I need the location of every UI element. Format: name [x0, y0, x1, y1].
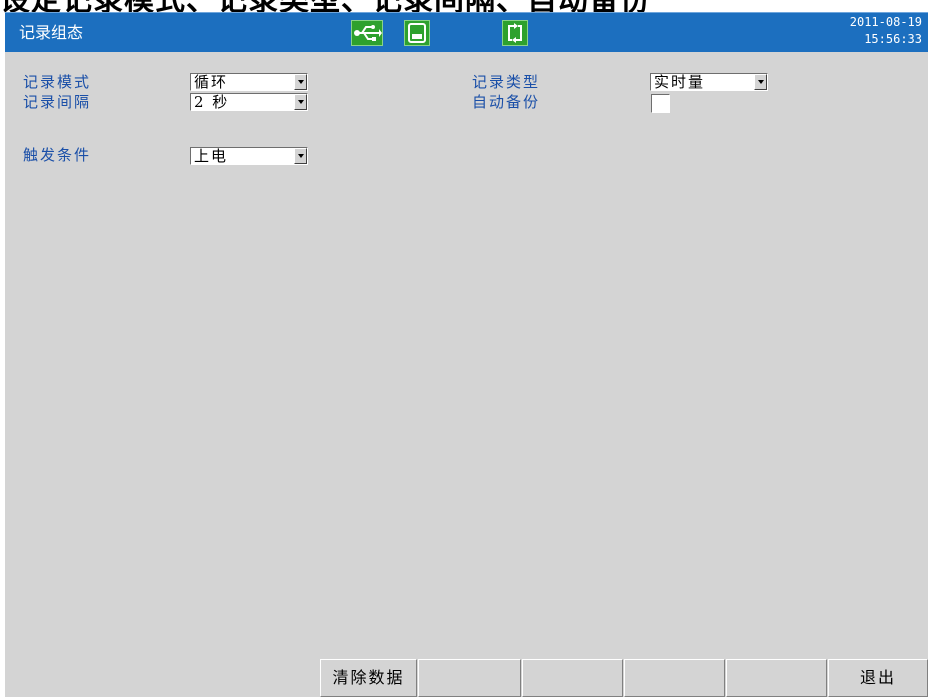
record-interval-label: 记录间隔 [23, 93, 92, 111]
record-interval-value: 2 秒 [194, 93, 230, 111]
record-type-dropdown-button[interactable] [754, 74, 767, 90]
record-mode-dropdown-button[interactable] [294, 74, 307, 90]
chevron-down-icon [298, 100, 304, 104]
usb-icon [351, 20, 383, 46]
record-mode-value: 循环 [194, 73, 229, 91]
title-bar: 记录组态 2011-08-19 15:56:33 [5, 12, 928, 52]
datetime-display: 2011-08-19 15:56:33 [850, 14, 922, 48]
sd-card-icon [404, 20, 430, 46]
clear-data-button[interactable]: 清除数据 [320, 659, 417, 697]
page-title: 记录组态 [19, 23, 84, 42]
softkey-5[interactable] [726, 659, 827, 697]
auto-backup-checkbox[interactable] [651, 94, 670, 113]
date-text: 2011-08-19 [849, 15, 922, 29]
chevron-down-icon [758, 80, 764, 84]
auto-backup-label: 自动备份 [472, 93, 541, 111]
trigger-select[interactable]: 上电 [190, 147, 308, 165]
softkey-2[interactable] [418, 659, 521, 697]
record-mode-label: 记录模式 [23, 73, 92, 91]
trigger-label: 触发条件 [23, 146, 92, 164]
device-screen: 记录组态 2011-08-19 15:56:33 记录模式 循环 记录间隔 2 … [5, 12, 928, 697]
exit-button[interactable]: 退出 [828, 659, 928, 697]
record-type-label: 记录类型 [472, 73, 541, 91]
record-interval-dropdown-button[interactable] [294, 94, 307, 110]
record-interval-select[interactable]: 2 秒 [190, 93, 308, 111]
softkey-bar: 清除数据 退出 [5, 659, 928, 697]
record-mode-select[interactable]: 循环 [190, 73, 308, 91]
trigger-dropdown-button[interactable] [294, 148, 307, 164]
sync-icon [502, 20, 528, 46]
record-type-value: 实时量 [654, 73, 706, 91]
trigger-value: 上电 [194, 147, 229, 165]
chevron-down-icon [298, 154, 304, 158]
softkey-4[interactable] [624, 659, 725, 697]
chevron-down-icon [298, 80, 304, 84]
record-type-select[interactable]: 实时量 [650, 73, 768, 91]
softkey-3[interactable] [522, 659, 623, 697]
time-text: 15:56:33 [864, 32, 922, 46]
